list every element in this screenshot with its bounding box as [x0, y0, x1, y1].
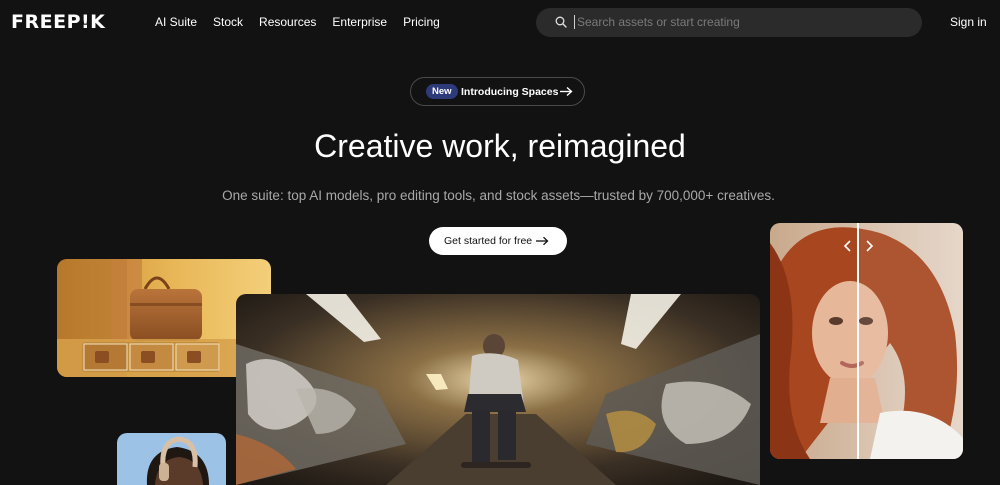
portrait-compare-card[interactable] [770, 223, 963, 459]
hero-subtitle: One suite: top AI models, pro editing to… [222, 188, 775, 203]
new-badge: New [426, 84, 458, 99]
landing-page: FREEP!K AI Suite Stock Resources Enterpr… [0, 0, 1000, 485]
skateboard-tunnel-photo [236, 294, 760, 485]
skateboard-video-card[interactable] [236, 294, 760, 485]
search-icon [555, 16, 567, 28]
get-started-label: Get started for free [444, 235, 533, 247]
nav-item-stock[interactable]: Stock [213, 14, 243, 30]
get-started-button[interactable]: Get started for free [429, 227, 567, 255]
nav-item-resources[interactable]: Resources [259, 14, 316, 30]
nav-item-pricing[interactable]: Pricing [403, 14, 440, 30]
arrow-right-icon [560, 86, 573, 97]
chevron-left-icon[interactable] [843, 240, 853, 252]
main-nav: AI Suite Stock Resources Enterprise Pric… [155, 14, 440, 30]
freepik-logo[interactable]: FREEP!K [11, 11, 105, 33]
portrait-photo [770, 223, 963, 459]
chevron-right-icon[interactable] [864, 240, 874, 252]
nav-item-ai-suite[interactable]: AI Suite [155, 14, 197, 30]
arrow-right-icon [536, 236, 549, 246]
search-bar[interactable] [536, 8, 922, 37]
headphones-image-card[interactable] [117, 433, 226, 485]
hero-title: Creative work, reimagined [314, 128, 686, 164]
announcement-pill[interactable]: New Introducing Spaces [410, 77, 585, 106]
nav-item-enterprise[interactable]: Enterprise [332, 14, 387, 30]
top-header: FREEP!K AI Suite Stock Resources Enterpr… [0, 0, 1000, 44]
headphones-photo [117, 433, 226, 485]
search-input[interactable] [574, 15, 904, 29]
sign-in-link[interactable]: Sign in [950, 14, 987, 30]
announcement-text: Introducing Spaces [461, 86, 559, 98]
